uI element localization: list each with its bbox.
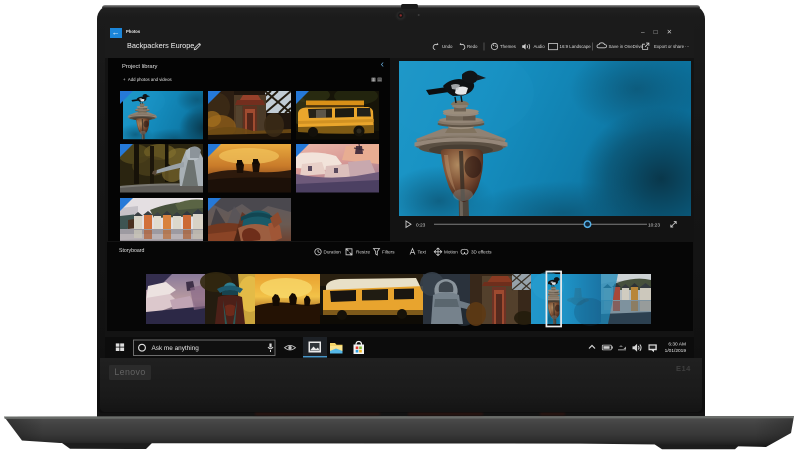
svg-text:Duration: Duration: [324, 250, 342, 255]
svg-text:Resize: Resize: [356, 250, 370, 255]
svg-text:⋯: ⋯: [685, 44, 689, 49]
svg-text:Text: Text: [418, 250, 427, 255]
svg-text:Themes: Themes: [500, 44, 517, 49]
svg-text:Audio: Audio: [534, 44, 546, 49]
svg-text:Export or share: Export or share: [654, 44, 685, 49]
svg-text:10:23: 10:23: [648, 222, 660, 228]
svg-text:Redo: Redo: [467, 44, 478, 49]
svg-text:Ask me anything: Ask me anything: [152, 345, 200, 352]
svg-text:3D effects: 3D effects: [471, 250, 492, 255]
svg-text:6:30 AM: 6:30 AM: [668, 341, 686, 347]
svg-text:1/01/2019: 1/01/2019: [665, 348, 687, 354]
svg-text:Motion: Motion: [444, 250, 458, 255]
svg-text:Undo: Undo: [442, 44, 453, 49]
svg-text:Save in OneDrive: Save in OneDrive: [609, 44, 644, 49]
svg-text:0:23: 0:23: [416, 222, 426, 228]
svg-text:16:9 Landscape: 16:9 Landscape: [560, 44, 592, 49]
svg-text:Filters: Filters: [382, 250, 395, 255]
